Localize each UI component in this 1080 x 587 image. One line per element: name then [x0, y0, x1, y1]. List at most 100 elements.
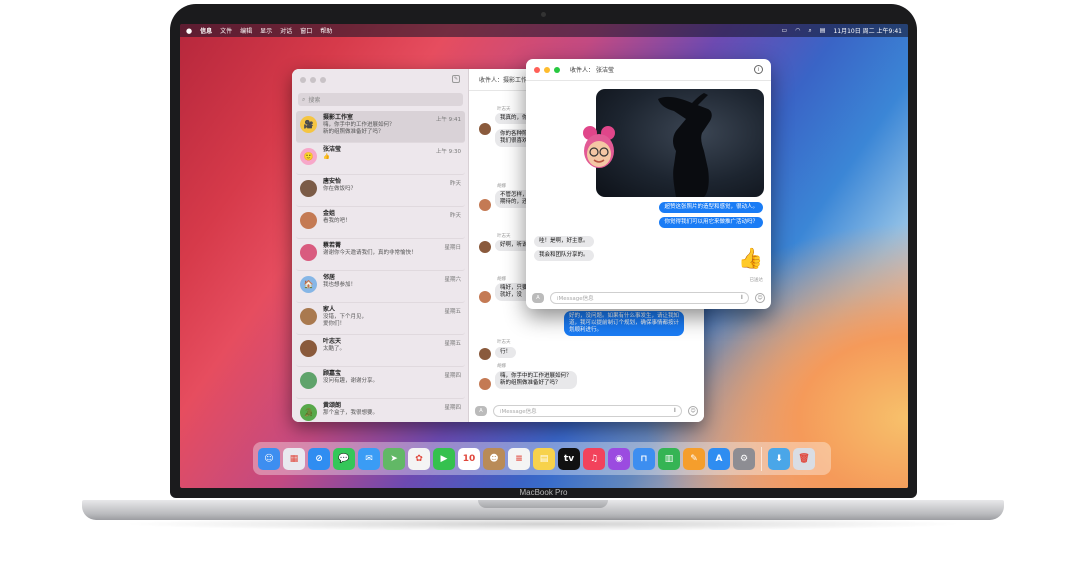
menu-app-name[interactable]: 信息 — [200, 26, 212, 35]
search-field[interactable]: ⌕ 搜索 — [298, 93, 463, 106]
menu-view[interactable]: 显示 — [260, 26, 272, 35]
message-bubble[interactable]: 行！ — [495, 347, 517, 358]
control-center-icon[interactable]: ▤ — [820, 27, 826, 34]
conversation-preview: 嗨，你手中的工作进展如何？ 新的组照做准备好了吗？ — [323, 122, 395, 135]
memoji-sticker[interactable] — [580, 125, 618, 173]
mail-icon[interactable]: ✉ — [358, 447, 380, 470]
sender-name: 叶志天 — [497, 107, 511, 112]
notes-icon[interactable]: ▤ — [533, 447, 555, 470]
conversation-item[interactable]: 家人 没错，下个月见， 爱你们！ 星期五 — [296, 303, 465, 335]
music-icon[interactable]: ♫ — [583, 447, 605, 470]
conversation-name: 蔡若菁 — [323, 242, 342, 249]
shared-photo[interactable] — [596, 89, 764, 197]
apps-button[interactable]: A — [532, 293, 544, 303]
conversation-name: 唐安怡 — [323, 178, 342, 185]
conversation-preview: 谢谢你今天邀请我们，真的非常愉快！ — [323, 250, 417, 256]
conversation-item[interactable]: 🏠 邻居 我也想参加！ 星期六 — [296, 271, 465, 303]
tv-icon[interactable]: tv — [558, 447, 580, 470]
message-input[interactable]: iMessage信息 ⦀ — [493, 405, 682, 417]
messages-icon[interactable]: 💬 — [333, 447, 355, 470]
minimize-button[interactable] — [310, 77, 316, 83]
trash-icon[interactable]: 🗑 — [793, 447, 815, 470]
system-preferences-icon[interactable]: ⚙ — [733, 447, 755, 470]
battery-icon[interactable]: ▭ — [781, 27, 787, 34]
reminders-icon[interactable]: ≡ — [508, 447, 530, 470]
conversation-time: 星期五 — [444, 309, 461, 315]
conversation-time: 昨天 — [449, 181, 461, 187]
calendar-icon[interactable]: 10 — [458, 447, 480, 470]
recipient-name[interactable]: 张洁莹 — [596, 65, 614, 74]
emoji-button[interactable]: ☺ — [755, 293, 765, 303]
zoom-button[interactable] — [320, 77, 326, 83]
conversation-item[interactable]: 唐安怡 你在做饭吗？ 昨天 — [296, 175, 465, 207]
podcasts-icon[interactable]: ◉ — [608, 447, 630, 470]
menu-edit[interactable]: 编辑 — [240, 26, 252, 35]
conversation-time: 星期五 — [444, 341, 461, 347]
menu-help[interactable]: 帮助 — [320, 26, 332, 35]
zoom-button[interactable] — [554, 66, 560, 73]
compose-icon[interactable]: ✎ — [452, 75, 460, 83]
safari-icon[interactable]: ⊘ — [308, 447, 330, 470]
conversation-time: 星期四 — [444, 405, 461, 411]
menu-window[interactable]: 窗口 — [300, 26, 312, 35]
apps-button[interactable]: A — [475, 406, 487, 416]
thumbs-up-icon[interactable]: 👍 — [738, 246, 763, 270]
close-button[interactable] — [300, 77, 306, 83]
message-bubble[interactable]: 我会和团队分享的。 — [534, 250, 594, 261]
menu-clock[interactable]: 11月10日 周二 上午9:41 — [833, 26, 902, 35]
pages-icon[interactable]: ✎ — [683, 447, 705, 470]
menu-file[interactable]: 文件 — [220, 26, 232, 35]
search-icon: ⌕ — [302, 95, 306, 103]
avatar — [300, 244, 317, 261]
conversation-item[interactable]: 蔡若菁 谢谢你今天邀请我们，真的非常愉快！ 星期日 — [296, 239, 465, 271]
minimize-button[interactable] — [544, 66, 550, 73]
keynote-icon[interactable]: ⊓ — [633, 447, 655, 470]
apple-menu-icon[interactable]: ● — [186, 27, 192, 35]
avatar — [479, 348, 491, 360]
close-button[interactable] — [534, 66, 540, 73]
avatar: 🎥 — [300, 116, 317, 133]
avatar — [300, 180, 317, 197]
conversation-item[interactable]: 🐊 黄颂朗 那个盒子，我很想要。 星期四 — [296, 399, 465, 422]
message-input-bar: A iMessage信息 ⦀ ☺ — [469, 400, 704, 422]
contacts-icon[interactable]: ☻ — [483, 447, 505, 470]
laptop-brand-label: MacBook Pro — [519, 488, 568, 497]
delivered-status: 已送达 — [749, 278, 764, 283]
conversation-item[interactable]: 🙂 张洁莹 👍 上午 9:30 — [296, 143, 465, 175]
audio-icon[interactable]: ⦀ — [674, 408, 676, 415]
message-bubble[interactable]: 你觉得我们可以用它来做推广活动吗？ — [659, 217, 763, 228]
conversation-name: 黄颂朗 — [323, 402, 342, 409]
facetime-icon[interactable]: ▶ — [433, 447, 455, 470]
conversation-item[interactable]: 🎥 摄影工作室 嗨，你手中的工作进展如何？ 新的组照做准备好了吗？ 上午 9:41 — [296, 111, 465, 143]
downloads-folder-icon[interactable]: ⬇ — [768, 447, 790, 470]
message-bubble[interactable]: 好的，没问题。如果有什么事发生，请让我知 道，我可以提前制订个规划，确保事情都按… — [564, 311, 685, 336]
message-bubble[interactable]: 哇！是啊，好主意。 — [534, 236, 594, 247]
conversation-name: 金姐 — [323, 210, 336, 217]
wifi-icon[interactable]: ◠ — [795, 27, 800, 34]
spotlight-icon[interactable]: ⌕ — [808, 27, 811, 35]
message-bubble[interactable]: 嗨，你手中的工作进展如何？ 新的组照做准备好了吗？ — [495, 371, 577, 389]
window-controls — [534, 66, 560, 73]
message-input-bar: A iMessage信息 ⦀ ☺ — [526, 287, 771, 309]
message-input[interactable]: iMessage信息 ⦀ — [550, 292, 749, 304]
maps-icon[interactable]: ➤ — [383, 447, 405, 470]
conversation-info: 蔡若菁 谢谢你今天邀请我们，真的非常愉快！ — [323, 242, 461, 257]
conversation-window: 收件人： 张洁莹 i 超赞这张照片的造型和感觉，很动人。 你觉得我们可以用它来做… — [526, 59, 771, 309]
launchpad-icon[interactable]: ▦ — [283, 447, 305, 470]
conversation-item[interactable]: 顾嘉宝 没问有趣，谢谢分享。 星期四 — [296, 367, 465, 399]
numbers-icon[interactable]: ▥ — [658, 447, 680, 470]
conversation-item[interactable]: 金姐 看我的吧！ 昨天 — [296, 207, 465, 239]
conversation-preview: 👍 — [323, 154, 330, 160]
audio-icon[interactable]: ⦀ — [741, 295, 743, 302]
finder-icon[interactable]: ☺ — [258, 447, 280, 470]
photos-icon[interactable]: ✿ — [408, 447, 430, 470]
laptop-shadow — [120, 517, 966, 531]
info-icon[interactable]: i — [754, 65, 763, 74]
dancer-silhouette — [658, 93, 712, 197]
menu-conversation[interactable]: 对话 — [280, 26, 292, 35]
message-bubble[interactable]: 超赞这张照片的造型和感觉，很动人。 — [659, 202, 763, 213]
conversation-info: 黄颂朗 那个盒子，我很想要。 — [323, 402, 461, 417]
app-store-icon[interactable]: A — [708, 447, 730, 470]
conversation-item[interactable]: 叶志天 太酷了。 星期五 — [296, 335, 465, 367]
emoji-button[interactable]: ☺ — [688, 406, 698, 416]
